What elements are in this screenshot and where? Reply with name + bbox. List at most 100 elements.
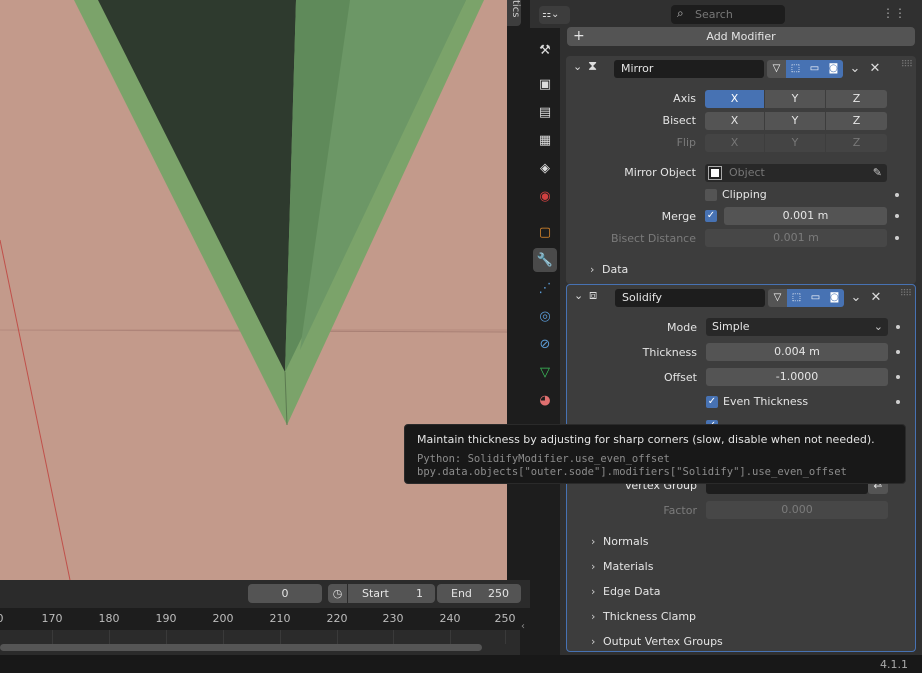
tooltip-description: Maintain thickness by adjusting for shar… [417,433,875,446]
keyframe-dot[interactable] [896,325,900,329]
world-tab-icon[interactable]: ◉ [533,184,557,208]
output-tab-icon[interactable]: ▤ [533,100,557,124]
keyframe-dot[interactable] [895,193,899,197]
timeline-body[interactable]: 0 170 180 190 200 210 220 230 240 250 [0,608,520,655]
chevron-down-icon[interactable]: ⌄ [847,289,865,307]
subpanel-materials[interactable]: › Materials [591,560,653,573]
sidebar-tab[interactable]: tics [507,0,521,26]
close-icon[interactable]: ✕ [866,60,884,78]
ruler-tick: 220 [326,612,348,625]
axis-z-toggle[interactable]: Z [826,90,887,108]
bisect-y-toggle[interactable]: Y [765,112,825,130]
keyframe-dot[interactable] [896,375,900,379]
stopwatch-icon[interactable]: ◷ [328,584,347,603]
scene-tab-icon[interactable]: ◈ [533,156,557,180]
ruler-tick: 0 [0,612,4,625]
modifier-tab-icon[interactable]: 🔧 [533,248,557,272]
current-frame-field[interactable]: 0 [248,584,322,603]
frame-ruler[interactable]: 0 170 180 190 200 210 220 230 240 250 [0,608,520,630]
keyframe-dot[interactable] [896,400,900,404]
search-input[interactable]: Search [671,5,785,24]
chevron-down-icon[interactable]: ⌄ [574,289,583,302]
bisect-distance-field[interactable]: 0.001 m [705,229,887,247]
thickness-field[interactable]: 0.004 m [706,343,888,361]
on-cage-icon[interactable]: ▽ [767,60,786,78]
subpanel-edge-data[interactable]: › Edge Data [591,585,660,598]
ruler-tick: 240 [439,612,461,625]
render-camera-icon[interactable]: ◙ [824,60,843,78]
keyframe-dot[interactable] [896,350,900,354]
area-gutter [507,0,530,655]
material-tab-icon[interactable]: ◕ [533,388,557,412]
even-thickness-checkbox[interactable]: ✓ [706,396,718,408]
chevron-right-icon: › [590,263,595,276]
flip-y-toggle[interactable]: Y [765,134,825,152]
view-layer-tab-icon[interactable]: ▦ [533,128,557,152]
mirror-modifier-panel: ⌄ ⧗ Mirror ▽ ⬚ ▭ ◙ ⌄ ✕ ⠿⠿ Axis X Y Z Bis… [566,56,916,284]
offset-field[interactable]: -1.0000 [706,368,888,386]
render-camera-icon[interactable]: ◙ [825,289,844,307]
ruler-tick: 180 [98,612,120,625]
drag-grip-icon[interactable]: ⠿⠿ [900,289,912,299]
mirror-object-field[interactable]: Object ✎ [705,164,887,182]
merge-checkbox[interactable]: ✓ [705,210,717,222]
subpanel-thickness-clamp[interactable]: › Thickness Clamp [591,610,696,623]
constraints-tab-icon[interactable]: ⊘ [533,332,557,356]
axis-y-toggle[interactable]: Y [765,90,825,108]
3d-viewport[interactable] [0,0,507,580]
subpanel-data[interactable]: › Data [590,263,628,276]
chevron-right-icon: › [591,610,596,623]
chevron-down-icon[interactable]: ⌄ [846,60,864,78]
add-modifier-button[interactable]: + Add Modifier [567,27,915,46]
keyframe-dot[interactable] [895,214,899,218]
collapse-arrow-icon[interactable]: ‹ [521,621,530,635]
bisect-z-toggle[interactable]: Z [826,112,887,130]
physics-tab-icon[interactable]: ◎ [533,304,557,328]
timeline-scrollbar[interactable] [0,644,482,651]
properties-tabs: ⚒ ▣ ▤ ▦ ◈ ◉ ▢ 🔧 ⋰ ◎ ⊘ ▽ ◕ [530,28,560,655]
modifier-name-field[interactable]: Mirror [614,60,764,78]
data-tab-icon[interactable]: ▽ [533,360,557,384]
axis-x-toggle[interactable]: X [705,90,764,108]
ruler-tick: 250 [494,612,516,625]
merge-distance-field[interactable]: 0.001 m [724,207,887,225]
render-tab-icon[interactable]: ▣ [533,72,557,96]
drag-grip-icon[interactable]: ⠿⠿ [901,60,913,70]
clipping-checkbox[interactable] [705,189,717,201]
chevron-right-icon: › [591,535,596,548]
factor-field[interactable]: 0.000 [706,501,888,519]
particles-tab-icon[interactable]: ⋰ [533,276,557,300]
chevron-down-icon[interactable]: ⌄ [573,60,582,73]
ruler-tick: 200 [212,612,234,625]
edit-mode-icon[interactable]: ⬚ [786,60,805,78]
viewport-display-icon[interactable]: ▭ [806,289,825,307]
viewport-display-icon[interactable]: ▭ [805,60,824,78]
object-tab-icon[interactable]: ▢ [533,220,557,244]
end-frame-field[interactable]: End 250 [437,584,521,603]
options-dots-icon[interactable]: ⋮⋮ [882,6,906,20]
subpanel-output-vertex-groups[interactable]: › Output Vertex Groups [591,635,723,648]
ruler-tick: 190 [155,612,177,625]
start-frame-field[interactable]: Start 1 [348,584,435,603]
mode-dropdown[interactable]: Simple ⌄ [706,318,888,336]
flip-z-toggle[interactable]: Z [826,134,887,152]
flip-x-toggle[interactable]: X [705,134,764,152]
bisect-x-toggle[interactable]: X [705,112,764,130]
editor-type-dropdown[interactable]: ⚏⌄ [539,6,570,24]
plus-icon: + [573,28,585,44]
keyframe-dot[interactable] [895,236,899,240]
close-icon[interactable]: ✕ [867,289,885,307]
panel-header[interactable]: ⌄ ⧗ Mirror ▽ ⬚ ▭ ◙ ⌄ ✕ ⠿⠿ [566,56,916,80]
on-cage-icon[interactable]: ▽ [768,289,787,307]
ruler-tick: 170 [41,612,63,625]
subpanel-normals[interactable]: › Normals [591,535,649,548]
eyedropper-icon[interactable]: ✎ [873,164,882,182]
panel-header[interactable]: ⌄ ⧈ Solidify ▽ ⬚ ▭ ◙ ⌄ ✕ ⠿⠿ [567,285,915,309]
chevron-right-icon: › [591,585,596,598]
edit-mode-icon[interactable]: ⬚ [787,289,806,307]
modifier-name-field[interactable]: Solidify [615,289,765,307]
tool-tab-icon[interactable]: ⚒ [533,38,557,62]
ruler-tick: 230 [382,612,404,625]
viewport-scene [0,0,507,580]
version-label: 4.1.1 [880,658,908,671]
